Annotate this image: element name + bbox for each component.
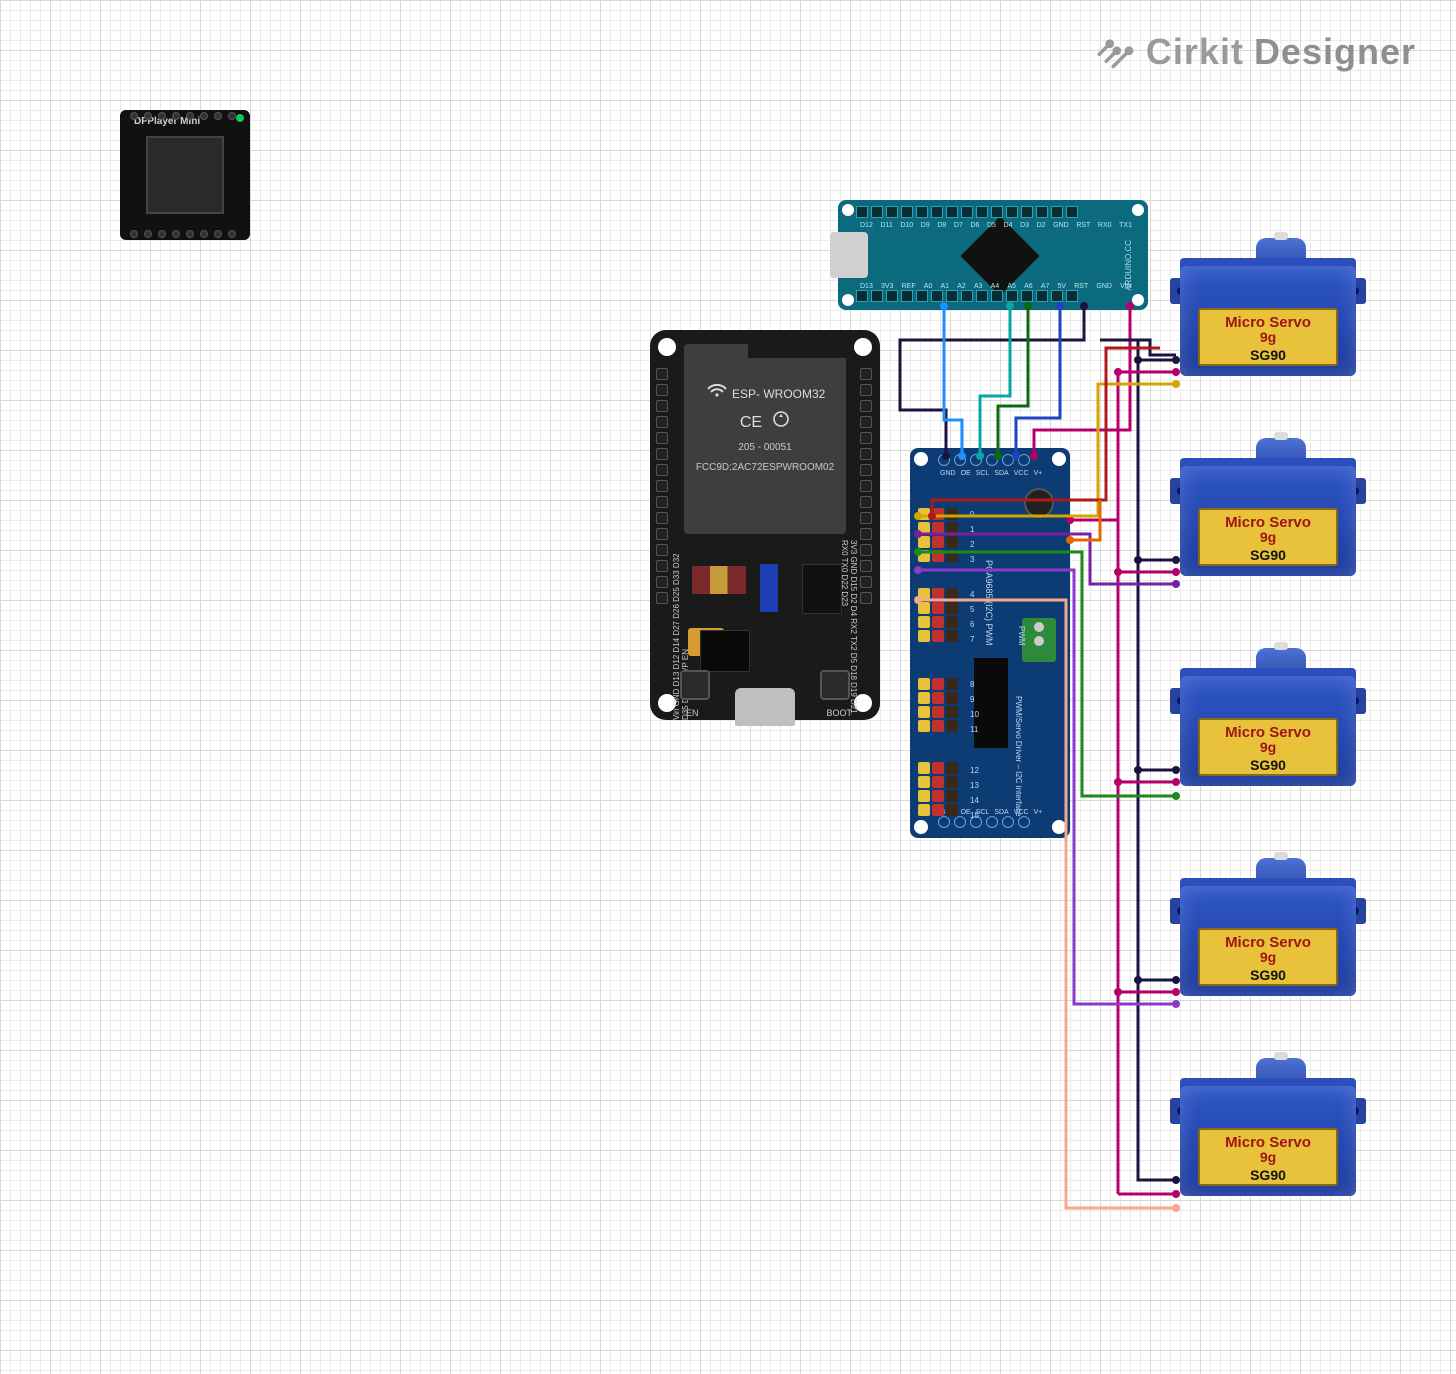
esp32-components [686,560,844,630]
component-esp32[interactable]: ESP- WROOM32 CE 205 - 00051 FCC9D:2AC72E… [650,330,880,720]
logo-brand: Cirkit [1146,31,1244,73]
pca-servo-block-8-11 [918,678,968,752]
cert-icons: CE [684,410,846,436]
esp32-en-button[interactable] [680,670,710,700]
usb-micro-icon [735,688,795,726]
esp32-shield-title: ESP- WROOM32 [732,387,825,401]
pca-channels-8-11: 891011 [970,680,979,734]
component-servo-2[interactable]: Micro Servo 9g SG90 [1180,450,1360,600]
pca-servo-block-0-3 [918,508,968,578]
pca-addr-label: PWM/Servo Driver – I2C interface [1014,696,1023,816]
dfplayer-pins-top [130,112,236,120]
esp32-boot-label: BOOT [826,708,852,718]
esp32-header-right [860,368,874,660]
pca-servo-block-4-7 [918,588,968,658]
servo-sticker: Micro Servo 9g SG90 [1198,718,1338,776]
pca-servo-block-12-15 [918,762,968,820]
component-pca9685[interactable]: GNDOESCLSDAVCCV+ GNDOESCLSDAVCCV+ PCA968… [910,448,1070,838]
esp32-boot-button[interactable] [820,670,850,700]
capacitor-icon [1024,488,1054,518]
component-servo-5[interactable]: Micro Servo 9g SG90 [1180,1070,1360,1220]
logo-icon [1094,28,1136,75]
nano-header-bottom [856,290,1132,304]
led-icon [236,114,244,122]
nano-pinlabels-bottom: D133V3REFA0A1A2A3A4A5A6A75VRSTGNDVIN [860,283,1132,290]
usb-mini-icon [830,232,868,278]
component-arduino-nano[interactable]: D12D11D10D9D8D7D6D5D4D3D2GNDRSTRX0TX1 D1… [838,200,1148,310]
pca-pwm-label: PWM [1017,626,1026,646]
app-logo: Cirkit Designer [1094,28,1416,75]
component-servo-4[interactable]: Micro Servo 9g SG90 [1180,870,1360,1020]
component-dfplayer[interactable]: DFPlayer Mini [120,110,250,240]
logo-product: Designer [1254,31,1416,73]
esp32-cert: 205 - 00051 [684,440,846,456]
pca-channels-12-15: 12131415 [970,766,979,820]
esp32-header-left [656,368,670,660]
pca-channels-4-7: 4567 [970,590,974,644]
dfplayer-pins-bottom [130,230,236,238]
recycle-icon [772,410,790,428]
esp32-shield: ESP- WROOM32 CE 205 - 00051 FCC9D:2AC72E… [684,344,846,534]
sdcard-slot-icon [146,136,224,214]
esp32-en-label: EN [686,708,699,718]
servo-sticker: Micro Servo 9g SG90 [1198,1128,1338,1186]
component-servo-3[interactable]: Micro Servo 9g SG90 [1180,660,1360,810]
pca-toplabels: GNDOESCLSDAVCCV+ [940,470,1042,477]
component-servo-1[interactable]: Micro Servo 9g SG90 [1180,250,1360,400]
pca-name: PCA9685 (I2C) PWM [984,560,994,646]
servo-sticker: Micro Servo 9g SG90 [1198,308,1338,366]
wifi-icon [705,380,729,398]
pca-header-top [938,454,1048,470]
regulator-icon [700,630,750,672]
esp32-fcc: FCC9D:2AC72ESPWROOM02 [684,460,846,476]
nano-pinlabels-top: D12D11D10D9D8D7D6D5D4D3D2GNDRSTRX0TX1 [860,222,1132,229]
pca9685-chip-icon [974,658,1008,748]
screw-terminal-icon [1022,618,1056,662]
nano-header-top [856,206,1132,220]
nano-brand: ARDUINO.CC [1125,240,1134,293]
servo-sticker: Micro Servo 9g SG90 [1198,928,1338,986]
pca-channels-0-3: 0123 [970,510,974,564]
servo-sticker: Micro Servo 9g SG90 [1198,508,1338,566]
